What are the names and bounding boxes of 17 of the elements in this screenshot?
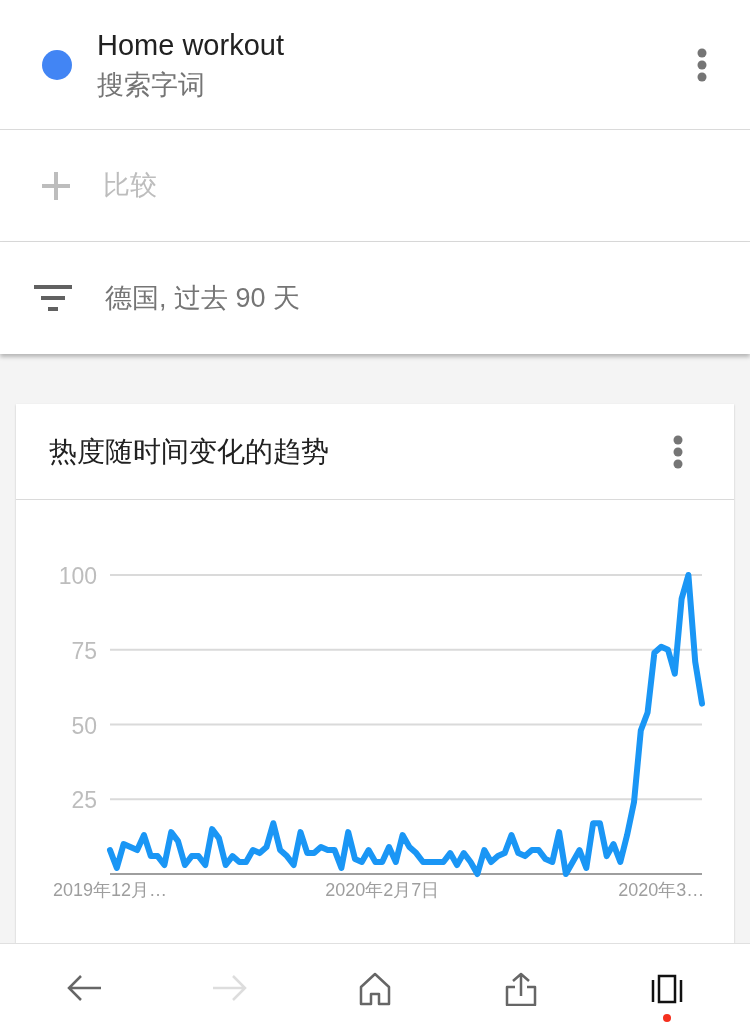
card-title: 热度随时间变化的趋势 [49, 434, 330, 469]
y-axis-label: 50 [71, 712, 97, 739]
x-axis-label: 2019年12月… [52, 880, 168, 900]
filter-icon[interactable] [34, 285, 72, 311]
tabs-icon [649, 972, 685, 1006]
x-axis-label: 2020年3… [618, 880, 705, 900]
more-icon[interactable] [696, 47, 708, 82]
search-term: Home workout [97, 27, 285, 63]
y-axis-label: 75 [71, 637, 97, 664]
share-icon [503, 972, 539, 1006]
y-axis-label: 100 [58, 563, 97, 589]
x-axis-label: 2020年2月7日 [325, 880, 440, 900]
y-axis-label: 25 [71, 787, 97, 814]
term-type: 搜索字词 [97, 68, 206, 102]
more-icon[interactable] [672, 434, 684, 469]
home-icon [357, 972, 393, 1006]
filter-label[interactable]: 德国, 过去 90 天 [105, 277, 301, 319]
